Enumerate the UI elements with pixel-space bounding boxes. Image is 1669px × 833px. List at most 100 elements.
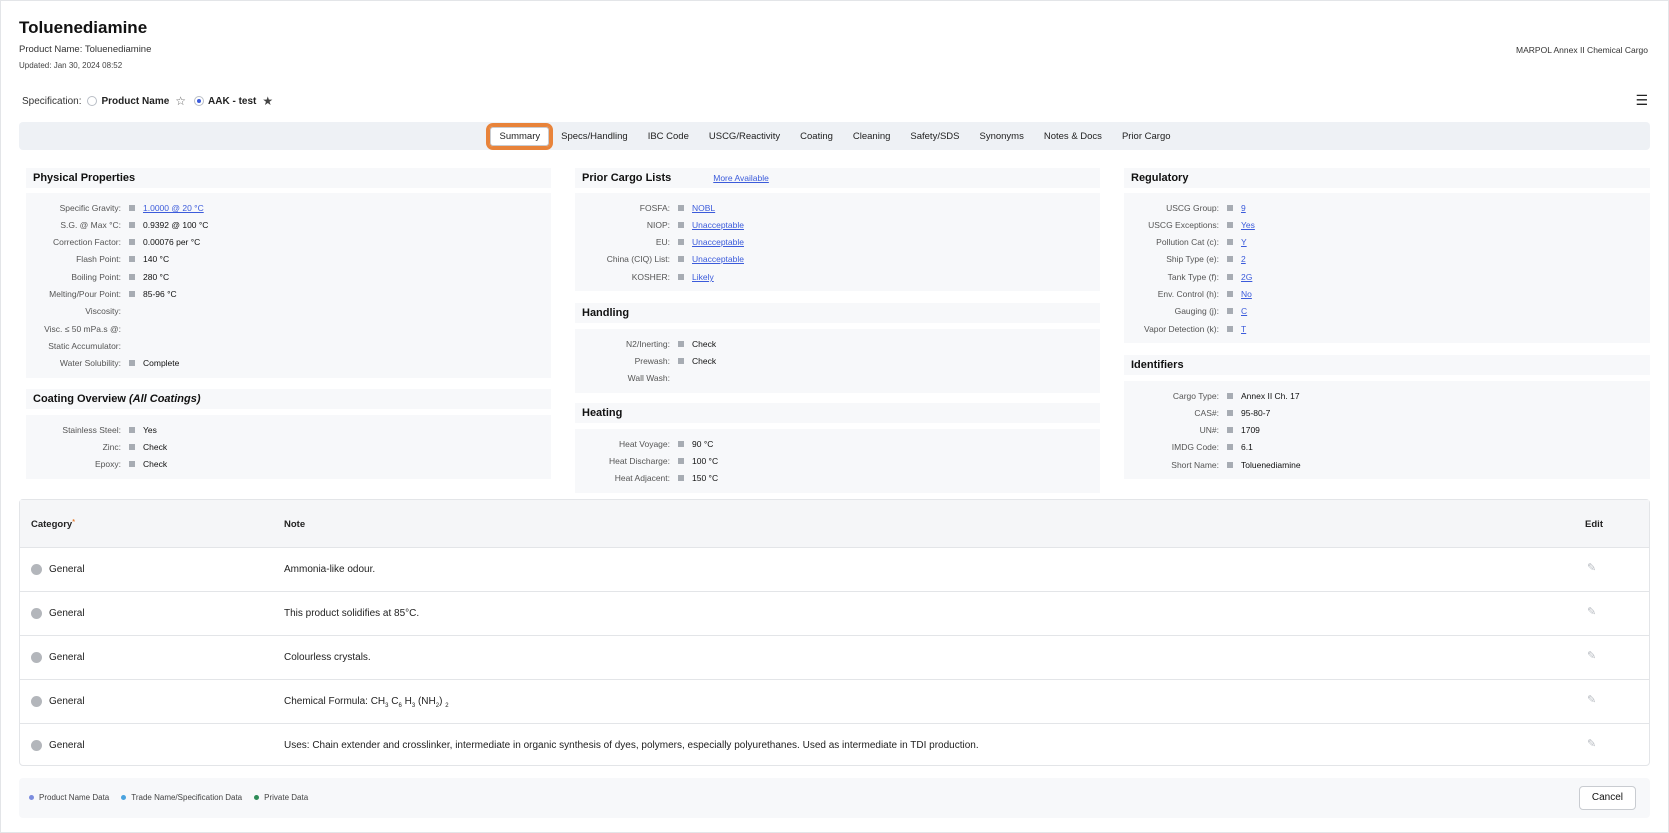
page-title: Toluenediamine xyxy=(19,18,148,37)
kv-row: Epoxy: Check xyxy=(95,459,168,469)
source-marker-icon xyxy=(1227,462,1233,468)
edit-icon[interactable]: ✎ xyxy=(1587,562,1599,574)
tab-notes-docs[interactable]: Notes & Docs xyxy=(1036,128,1110,145)
vapor-detection-link[interactable]: T xyxy=(1241,324,1246,334)
kv-row: Heat Discharge: 100 °C xyxy=(609,456,719,466)
kosher-link[interactable]: Likely xyxy=(692,272,714,282)
footer-bar: Product Name Data Trade Name/Specificati… xyxy=(19,778,1650,818)
source-marker-icon xyxy=(678,358,684,364)
source-marker-icon xyxy=(129,256,135,262)
tab-safety-sds[interactable]: Safety/SDS xyxy=(902,128,967,145)
category-cell: General xyxy=(49,740,85,751)
edit-icon[interactable]: ✎ xyxy=(1587,650,1599,662)
source-marker-icon xyxy=(1227,222,1233,228)
category-cell: General xyxy=(49,652,85,663)
category-status-dot xyxy=(31,696,42,707)
tank-type-link[interactable]: 2G xyxy=(1241,272,1252,282)
kv-row: N2/Inerting: Check xyxy=(626,339,717,349)
tab-ibc-code[interactable]: IBC Code xyxy=(640,128,697,145)
niop-link[interactable]: Unacceptable xyxy=(692,220,744,230)
legend-dot-icon xyxy=(121,795,127,800)
kv-row: USCG Exceptions: Yes xyxy=(1148,220,1255,230)
kv-row: Heat Adjacent: 150 °C xyxy=(614,473,719,483)
edit-icon[interactable]: ✎ xyxy=(1587,738,1599,750)
source-marker-icon xyxy=(678,274,684,280)
tab-summary[interactable]: Summary xyxy=(486,122,554,150)
source-marker-icon xyxy=(1227,308,1233,314)
source-marker-icon xyxy=(678,341,684,347)
spec-option-product-name[interactable]: Product Name xyxy=(101,96,169,107)
specific-gravity-link[interactable]: 1.0000 @ 20 °C xyxy=(143,203,204,213)
source-marker-icon xyxy=(1227,444,1233,450)
kv-row: Boiling Point: 280 °C xyxy=(71,272,170,282)
china-ciq-link[interactable]: Unacceptable xyxy=(692,254,744,264)
uscg-exceptions-link[interactable]: Yes xyxy=(1241,220,1255,230)
coating-overview-title: Coating Overview (All Coatings) xyxy=(26,389,551,409)
hamburger-menu-icon[interactable]: ☰ xyxy=(1635,93,1648,107)
spec-option-aak-test[interactable]: AAK - test xyxy=(208,96,256,107)
kv-row: Ship Type (e): 2 xyxy=(1166,254,1246,264)
tab-cleaning[interactable]: Cleaning xyxy=(845,128,899,145)
edit-icon[interactable]: ✎ xyxy=(1587,606,1599,618)
product-name-text: Product Name: Toluenediamine xyxy=(19,44,152,55)
legend-item-trade-name: Trade Name/Specification Data xyxy=(121,793,242,802)
kv-row: Heat Voyage: 90 °C xyxy=(618,439,714,449)
tab-prior-cargo[interactable]: Prior Cargo xyxy=(1114,128,1179,145)
tab-uscg-reactivity[interactable]: USCG/Reactivity xyxy=(701,128,788,145)
kv-row: USCG Group: 9 xyxy=(1166,203,1246,213)
spec-radio-product-name[interactable] xyxy=(87,96,98,106)
source-marker-icon xyxy=(1227,326,1233,332)
kv-row: Water Solubility: Complete xyxy=(59,358,180,368)
physical-properties-title: Physical Properties xyxy=(26,168,551,188)
table-row: General Uses: Chain extender and crossli… xyxy=(20,724,1649,768)
tab-synonyms[interactable]: Synonyms xyxy=(972,128,1032,145)
note-cell: Colourless crystals. xyxy=(284,652,371,663)
kv-row: S.G. @ Max °C: 0.9392 @ 100 °C xyxy=(60,220,209,230)
sort-indicator: * xyxy=(72,519,75,526)
identifiers-title: Identifiers xyxy=(1124,355,1650,375)
kv-row: Short Name: Toluenediamine xyxy=(1171,460,1301,470)
kv-row: UN#: 1709 xyxy=(1199,425,1260,435)
source-marker-icon xyxy=(678,475,684,481)
spec-radio-aak-test[interactable] xyxy=(194,96,205,106)
source-marker-icon xyxy=(129,222,135,228)
eu-link[interactable]: Unacceptable xyxy=(692,237,744,247)
category-cell: General xyxy=(49,608,85,619)
kv-row: Static Accumulator: xyxy=(48,341,121,351)
star-outline-icon[interactable]: ☆ xyxy=(175,95,186,107)
kv-row: China (CIQ) List: Unacceptable xyxy=(606,254,744,264)
star-filled-icon[interactable]: ★ xyxy=(262,95,273,107)
uscg-group-link[interactable]: 9 xyxy=(1241,203,1246,213)
cancel-button[interactable]: Cancel xyxy=(1578,786,1636,810)
ship-type-link[interactable]: 2 xyxy=(1241,254,1246,264)
legend-dot-icon xyxy=(29,795,34,800)
note-cell: Uses: Chain extender and crosslinker, in… xyxy=(284,740,979,751)
source-marker-icon xyxy=(129,444,135,450)
category-cell: General xyxy=(49,696,85,707)
classification-text: MARPOL Annex II Chemical Cargo xyxy=(1516,45,1648,55)
edit-icon[interactable]: ✎ xyxy=(1587,694,1599,706)
pollution-cat-link[interactable]: Y xyxy=(1241,237,1247,247)
tab-coating[interactable]: Coating xyxy=(792,128,841,145)
kv-row: Specific Gravity: 1.0000 @ 20 °C xyxy=(59,203,204,213)
gauging-link[interactable]: C xyxy=(1241,306,1247,316)
env-control-link[interactable]: No xyxy=(1241,289,1252,299)
fosfa-link[interactable]: NOBL xyxy=(692,203,715,213)
category-column-header[interactable]: Category* xyxy=(31,519,75,530)
source-marker-icon xyxy=(1227,239,1233,245)
source-marker-icon xyxy=(678,256,684,262)
regulatory-title: Regulatory xyxy=(1124,168,1650,188)
category-status-dot xyxy=(31,608,42,619)
category-cell: General xyxy=(49,564,85,575)
more-available-link[interactable]: More Available xyxy=(713,173,769,183)
kv-row: Zinc: Check xyxy=(102,442,168,452)
kv-row: Correction Factor: 0.00076 per °C xyxy=(52,237,201,247)
kv-row: Tank Type (f): 2G xyxy=(1167,272,1253,282)
tab-specs-handling[interactable]: Specs/Handling xyxy=(553,128,636,145)
source-marker-icon xyxy=(1227,205,1233,211)
tab-bar: Summary Specs/Handling IBC Code USCG/Rea… xyxy=(19,122,1650,150)
source-marker-icon xyxy=(1227,291,1233,297)
kv-row: Pollution Cat (c): Y xyxy=(1156,237,1247,247)
kv-row: Visc. ≤ 50 mPa.s @: xyxy=(44,324,121,334)
source-marker-icon xyxy=(678,222,684,228)
